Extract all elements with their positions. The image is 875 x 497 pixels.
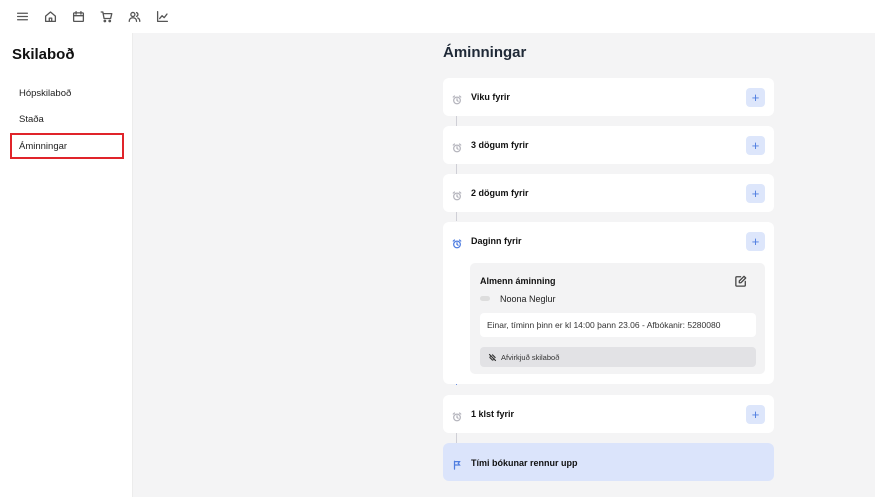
alarm-icon (452, 409, 462, 422)
flag-icon (452, 457, 462, 470)
cart-icon[interactable] (96, 7, 116, 27)
reminder-card-2-days[interactable]: 2 dögum fyrir + (443, 174, 774, 212)
alarm-icon (452, 188, 462, 201)
add-reminder-button[interactable]: + (746, 87, 765, 107)
reminder-card-1-hour[interactable]: 1 klst fyrir + (443, 395, 774, 433)
alarm-icon (452, 92, 462, 105)
add-reminder-button[interactable]: + (746, 231, 765, 251)
sender-toggle[interactable] (480, 296, 490, 301)
message-text: Einar, tíminn þinn er kl 14:00 þann 23.0… (480, 313, 756, 337)
alarm-icon (452, 236, 462, 249)
message-title: Almenn áminning (480, 276, 556, 286)
menu-icon[interactable] (12, 7, 32, 27)
disable-message-button[interactable]: Afvirkjuð skilaboð (480, 347, 756, 367)
disable-icon (488, 353, 497, 361)
edit-icon[interactable] (735, 274, 747, 287)
message-template: Almenn áminning Noona Neglur Einar, tími… (470, 263, 765, 374)
calendar-icon[interactable] (68, 7, 88, 27)
add-reminder-button[interactable]: + (746, 404, 765, 424)
users-icon[interactable] (124, 7, 144, 27)
top-toolbar (0, 0, 875, 33)
reminder-label: 2 dögum fyrir (471, 188, 529, 198)
reminder-label: 1 klst fyrir (471, 409, 515, 419)
reminder-label: 3 dögum fyrir (471, 140, 529, 150)
add-reminder-button[interactable]: + (746, 135, 765, 155)
chart-icon[interactable] (152, 7, 172, 27)
sidebar: Skilaboð Hópskilaboð Staða Áminningar (0, 33, 133, 497)
booking-time-card: Tími bókunar rennur upp (443, 443, 774, 481)
sidebar-item-hopskilabod[interactable]: Hópskilaboð (10, 80, 124, 106)
sender-name: Noona Neglur (500, 294, 556, 304)
reminder-label: Viku fyrir (471, 92, 510, 102)
sidebar-item-aminningar[interactable]: Áminningar (10, 133, 124, 159)
disable-message-label: Afvirkjuð skilaboð (501, 352, 560, 362)
reminder-label: Daginn fyrir (471, 236, 522, 246)
booking-time-label: Tími bókunar rennur upp (471, 458, 578, 468)
sidebar-title: Skilaboð (12, 46, 75, 63)
alarm-icon (452, 140, 462, 153)
reminder-card-week[interactable]: Viku fyrir + (443, 78, 774, 116)
home-icon[interactable] (40, 7, 60, 27)
reminder-card-3-days[interactable]: 3 dögum fyrir + (443, 126, 774, 164)
add-reminder-button[interactable]: + (746, 183, 765, 203)
page-title: Áminningar (443, 44, 527, 61)
sidebar-item-stada[interactable]: Staða (10, 106, 124, 132)
